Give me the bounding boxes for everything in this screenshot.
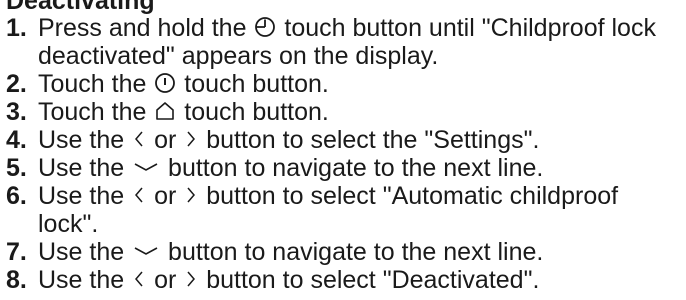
- power-icon: [154, 72, 176, 94]
- chevron-right-icon: [184, 128, 198, 150]
- chevron-left-icon: [132, 268, 146, 290]
- section-heading: Deactivating: [6, 0, 155, 15]
- or-text: or: [154, 182, 177, 210]
- step-7: 7. Use the button to navigate to the next…: [6, 238, 682, 266]
- or-text: or: [154, 266, 177, 294]
- step-number: 6.: [6, 182, 27, 210]
- instruction-steps: 1. Press and hold the touch button until …: [6, 14, 682, 294]
- step-text: Press and hold the: [38, 14, 254, 42]
- step-number: 5.: [6, 154, 27, 182]
- chevron-down-icon: [132, 156, 160, 178]
- chevron-left-icon: [132, 184, 146, 206]
- step-1: 1. Press and hold the touch button until …: [6, 14, 682, 70]
- step-text: button to select "Deactivated".: [199, 266, 540, 294]
- step-2: 2. Touch the touch button.: [6, 70, 682, 98]
- step-text: touch button.: [177, 98, 329, 126]
- step-number: 4.: [6, 126, 27, 154]
- step-number: 2.: [6, 70, 27, 98]
- chevron-left-icon: [132, 128, 146, 150]
- childproof-lock-icon: [254, 16, 276, 38]
- step-number: 3.: [6, 98, 27, 126]
- step-6: 6. Use the or button to select "Automatic…: [6, 182, 682, 238]
- step-8: 8. Use the or button to select "Deactivat…: [6, 266, 682, 294]
- home-icon: [154, 100, 176, 122]
- step-number: 1.: [6, 14, 27, 42]
- step-text: Touch the: [38, 70, 154, 98]
- step-text: button to select the "Settings".: [199, 126, 540, 154]
- step-text: Use the: [38, 182, 132, 210]
- step-3: 3. Touch the touch button.: [6, 98, 682, 126]
- step-number: 7.: [6, 238, 27, 266]
- step-text: touch button.: [177, 70, 329, 98]
- step-4: 4. Use the or button to select the "Setti…: [6, 126, 682, 154]
- step-text: Use the: [38, 266, 132, 294]
- or-text: or: [154, 126, 177, 154]
- step-text: button to navigate to the next line.: [161, 154, 544, 182]
- step-text: Use the: [38, 154, 132, 182]
- instruction-page: { "heading": "Deactivating", "steps": [ …: [0, 0, 686, 300]
- chevron-down-icon: [132, 240, 160, 262]
- step-text: Use the: [38, 238, 132, 266]
- chevron-right-icon: [184, 268, 198, 290]
- step-text: button to navigate to the next line.: [161, 238, 544, 266]
- step-number: 8.: [6, 266, 27, 294]
- step-text: Touch the: [38, 98, 154, 126]
- chevron-right-icon: [184, 184, 198, 206]
- step-5: 5. Use the button to navigate to the next…: [6, 154, 682, 182]
- step-text: Use the: [38, 126, 132, 154]
